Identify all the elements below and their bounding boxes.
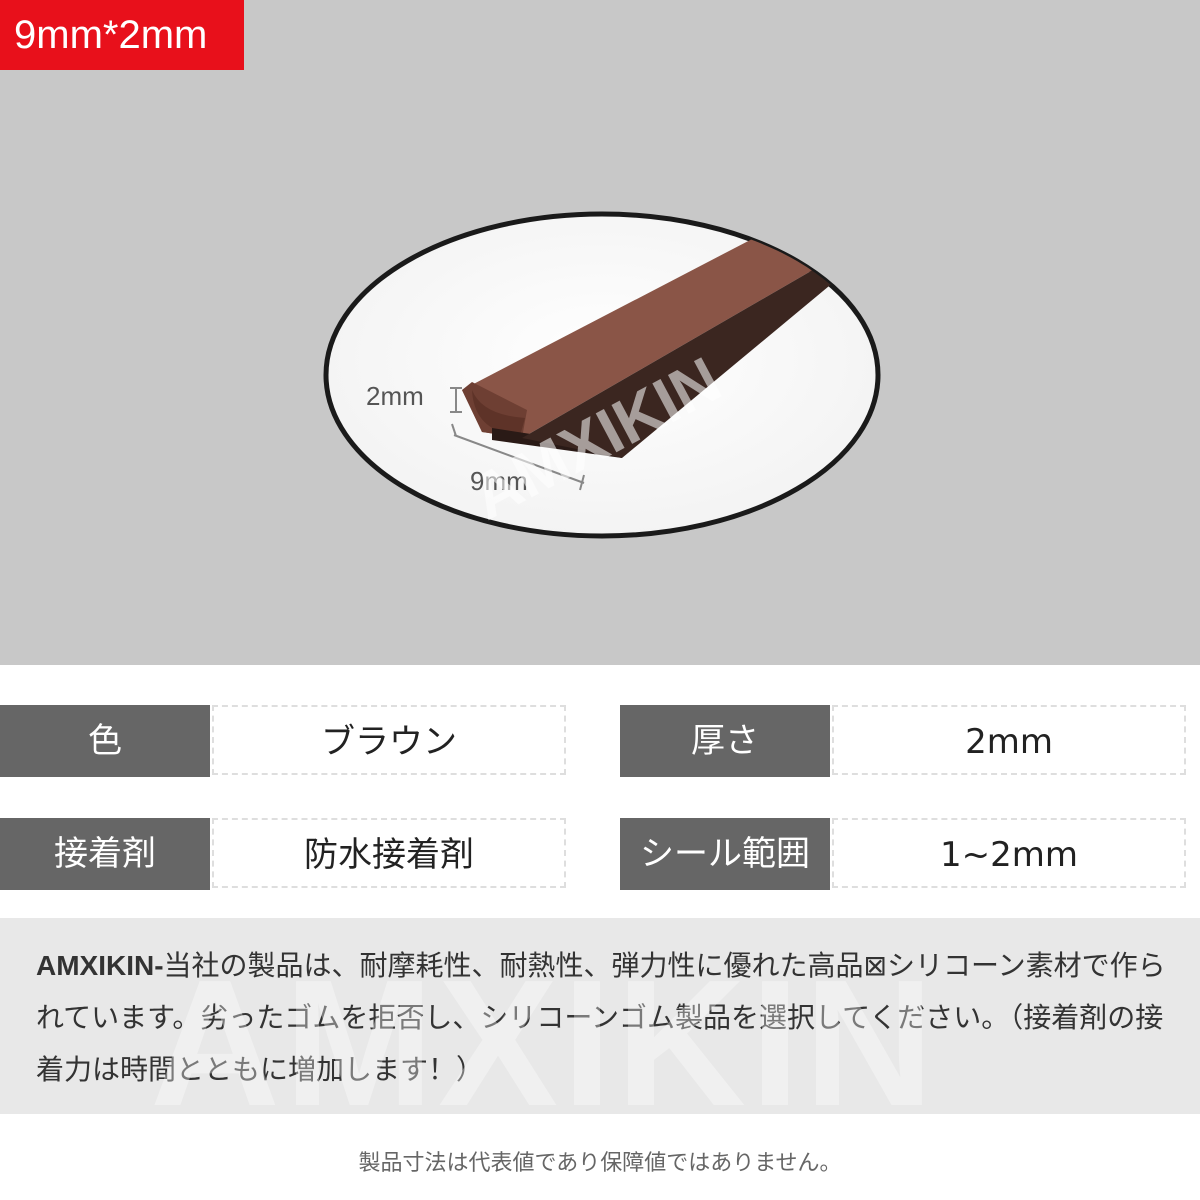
- spec-value-thickness: 2mm: [832, 705, 1186, 775]
- magnified-lens: 2mm 9mm AMXIKIN: [323, 211, 881, 539]
- watermark-lower: AMXIKIN: [150, 943, 938, 1144]
- thickness-dim-label: 2mm: [366, 381, 424, 411]
- spec-label-thickness: 厚さ: [620, 705, 830, 777]
- disclaimer-note: 製品寸法は代表値であり保障値ではありません。: [358, 1151, 842, 1176]
- brand-name: AMXIKIN-: [36, 950, 164, 981]
- product-photo-area: 9mm*2mm 2mm 9mm AMXIKIN: [0, 0, 1200, 665]
- spec-label-color: 色: [0, 705, 210, 777]
- spec-value-seal-range: 1~2mm: [832, 818, 1186, 888]
- spec-label-seal-range: シール範囲: [620, 818, 830, 890]
- size-badge: 9mm*2mm: [0, 0, 244, 70]
- spec-label-adhesive: 接着剤: [0, 818, 210, 890]
- spec-value-color: ブラウン: [212, 705, 566, 775]
- spec-value-adhesive: 防水接着剤: [212, 818, 566, 888]
